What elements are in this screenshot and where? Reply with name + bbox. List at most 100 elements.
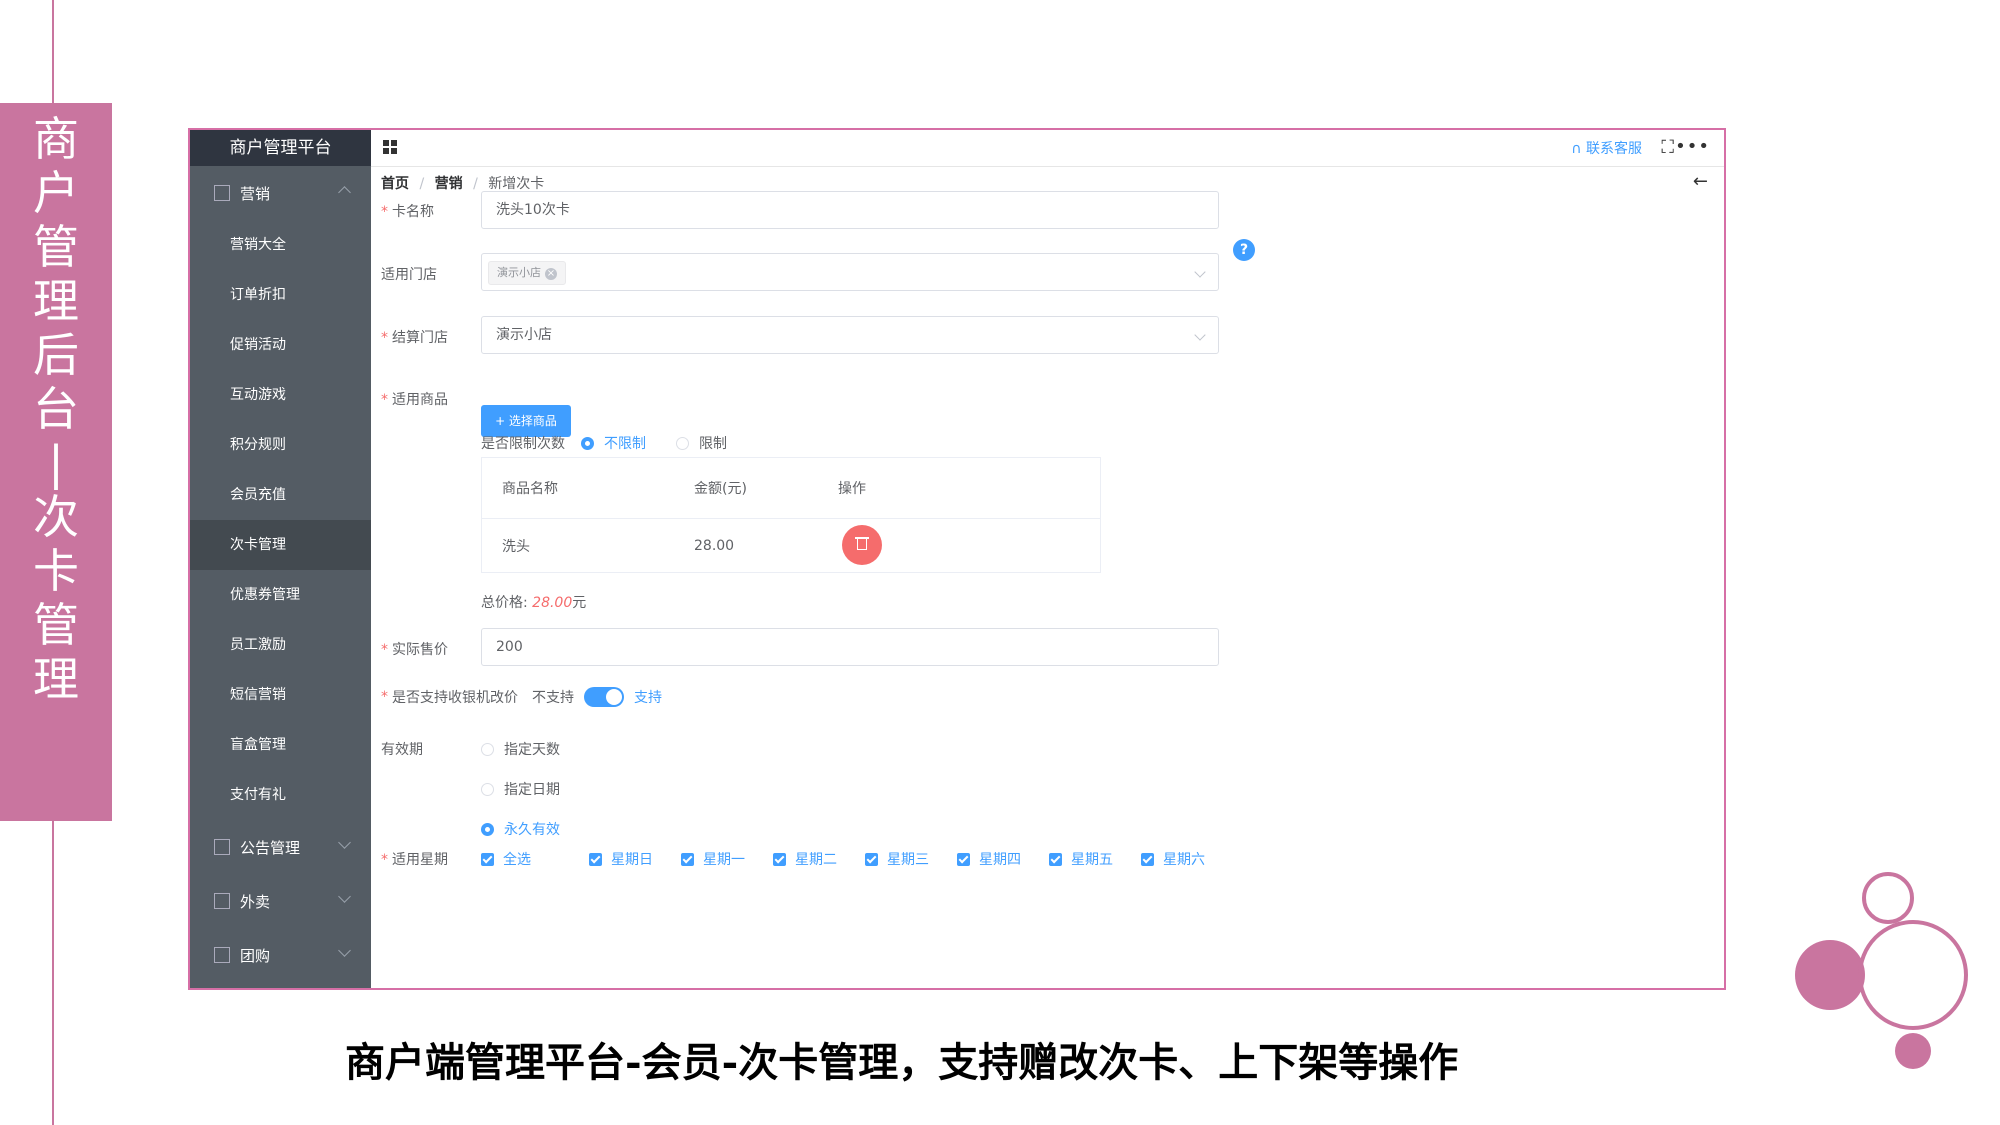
validity-label: 有效期 <box>381 742 423 758</box>
chevron-down-icon <box>338 890 351 903</box>
more-icon[interactable]: ••• <box>1675 136 1710 157</box>
sidebar-item-staff-incentive[interactable]: 员工激励 <box>190 620 371 670</box>
weekdays-label: * 适用星期 <box>381 852 448 868</box>
sidebar-item-blind-box[interactable]: 盲盒管理 <box>190 720 371 770</box>
radio-date[interactable] <box>481 782 494 796</box>
sidebar-group-label: 团购 <box>240 946 271 965</box>
checkbox-saturday[interactable]: 星期六 <box>1141 849 1205 869</box>
checkbox-all[interactable]: 全选 <box>481 849 531 869</box>
delete-button[interactable] <box>842 525 882 565</box>
switch-on-text: 支持 <box>634 690 662 706</box>
settle-store-label-text: 结算门店 <box>392 330 448 346</box>
headset-icon: ∩ <box>1571 141 1586 157</box>
checkbox-tuesday[interactable]: 星期二 <box>773 849 837 869</box>
column-header-amount: 金额(元) <box>694 481 747 497</box>
settle-store-select[interactable]: 演示小店 <box>481 316 1219 354</box>
radio-unlimited-label[interactable]: 不限制 <box>604 433 646 453</box>
breadcrumb-separator: / <box>473 176 478 192</box>
sidebar-item-sms-marketing[interactable]: 短信营销 <box>190 670 371 720</box>
cashier-price-change-switch[interactable] <box>584 687 624 707</box>
checkbox-wednesday[interactable]: 星期三 <box>865 849 929 869</box>
goods-table: 商品名称 金额(元) 操作 洗头 28.00 <box>481 457 1101 573</box>
limit-times-label: 是否限制次数 <box>481 436 565 452</box>
radio-limited-label[interactable]: 限制 <box>699 433 727 453</box>
breadcrumb-section[interactable]: 营销 <box>435 176 463 192</box>
fullscreen-icon[interactable]: ⛶ <box>1661 137 1674 158</box>
decorative-circle <box>1858 920 1968 1030</box>
sidebar-group-takeout[interactable]: 外卖 <box>190 874 371 928</box>
radio-days-label[interactable]: 指定天数 <box>504 739 560 759</box>
sidebar-group-groupbuy[interactable]: 团购 <box>190 928 371 982</box>
weekdays-checkbox-group: 全选 星期日 星期一 星期二 星期三 星期四 星期五 星期六 <box>481 849 1233 869</box>
bike-icon <box>214 893 230 909</box>
row-goods-amount: 28.00 <box>694 538 735 554</box>
table-row: 洗头 28.00 <box>482 519 1100 573</box>
actual-price-input[interactable]: 200 <box>481 628 1219 666</box>
contact-service-link[interactable]: ∩ 联系客服 <box>1571 138 1642 158</box>
close-icon[interactable]: × <box>545 268 557 280</box>
slide-caption: 商户端管理平台-会员-次卡管理，支持赠改次卡、上下架等操作 <box>345 1039 1459 1086</box>
validity-option-forever[interactable]: 永久有效 <box>481 819 560 839</box>
back-arrow-icon[interactable]: ← <box>1693 171 1708 192</box>
sidebar-item-pay-gift[interactable]: 支付有礼 <box>190 770 371 820</box>
card-name-label: * 卡名称 <box>381 204 434 220</box>
sidebar-item-points-rules[interactable]: 积分规则 <box>190 420 371 470</box>
checkbox-monday[interactable]: 星期一 <box>681 849 745 869</box>
sidebar-group-notice[interactable]: 公告管理 <box>190 820 371 874</box>
menu-grid-icon[interactable] <box>383 140 397 154</box>
decorative-circle <box>1795 940 1865 1010</box>
goods-table-header: 商品名称 金额(元) 操作 <box>482 458 1100 519</box>
sidebar-group-label: 营销 <box>240 184 271 203</box>
brand-title: 商户管理平台 <box>190 130 371 166</box>
sidebar-item-promotion[interactable]: 促销活动 <box>190 320 371 370</box>
radio-limited[interactable] <box>676 436 689 450</box>
sidebar-group-marketing[interactable]: 营销 <box>190 166 371 220</box>
side-title-char: 台 <box>33 382 79 436</box>
radio-unlimited[interactable] <box>581 436 594 450</box>
goods-label-text: 适用商品 <box>392 392 448 408</box>
total-price-value: 28.00 <box>532 595 573 611</box>
breadcrumb-current: 新增次卡 <box>488 176 545 192</box>
sidebar-item-times-card[interactable]: 次卡管理 <box>190 520 371 570</box>
radio-date-label[interactable]: 指定日期 <box>504 779 560 799</box>
checkbox-label: 全选 <box>503 852 531 868</box>
stores-multiselect[interactable]: 演示小店 × <box>481 253 1219 291</box>
cashier-price-change-label: 是否支持收银机改价 <box>392 690 518 706</box>
sidebar-item-marketing-all[interactable]: 营销大全 <box>190 220 371 270</box>
radio-forever-label[interactable]: 永久有效 <box>504 819 560 839</box>
side-title-char: 管 <box>33 220 79 274</box>
total-price: 总价格: 28.00元 <box>481 592 586 612</box>
checkbox-label: 星期六 <box>1163 852 1205 868</box>
sidebar-item-games[interactable]: 互动游戏 <box>190 370 371 420</box>
side-title-char: 商 <box>33 112 79 166</box>
checkbox-friday[interactable]: 星期五 <box>1049 849 1113 869</box>
sidebar: 商户管理平台 营销 营销大全 订单折扣 促销活动 互动游戏 积分规则 会员充值 … <box>190 130 371 988</box>
sidebar-item-order-discount[interactable]: 订单折扣 <box>190 270 371 320</box>
help-icon[interactable]: ? <box>1233 239 1255 261</box>
side-title-char: 理 <box>33 652 79 706</box>
side-title-char: 后 <box>33 328 79 382</box>
radio-days[interactable] <box>481 742 494 756</box>
side-title-char: 卡 <box>33 544 79 598</box>
card-name-input[interactable]: 洗头10次卡 <box>481 191 1219 229</box>
sidebar-item-coupons[interactable]: 优惠券管理 <box>190 570 371 620</box>
sidebar-item-member-recharge[interactable]: 会员充值 <box>190 470 371 520</box>
top-header: ∩ 联系客服 ⛶ ••• <box>371 130 1724 167</box>
total-price-unit: 元 <box>572 595 587 611</box>
card-name-label-text: 卡名称 <box>392 204 434 220</box>
checkbox-sunday[interactable]: 星期日 <box>589 849 653 869</box>
checkbox-label: 星期二 <box>795 852 837 868</box>
radio-forever[interactable] <box>481 822 494 836</box>
column-header-name: 商品名称 <box>502 481 558 497</box>
column-header-action: 操作 <box>838 481 866 497</box>
weekdays-label-text: 适用星期 <box>392 852 448 868</box>
validity-option-days[interactable]: 指定天数 <box>481 739 560 759</box>
checkbox-thursday[interactable]: 星期四 <box>957 849 1021 869</box>
total-price-label: 总价格: <box>481 595 528 611</box>
breadcrumb-home[interactable]: 首页 <box>381 176 409 192</box>
app-screenshot-frame: 商户管理平台 营销 营销大全 订单折扣 促销活动 互动游戏 积分规则 会员充值 … <box>188 128 1726 990</box>
bell-icon <box>214 839 230 855</box>
sidebar-group-label: 公告管理 <box>240 838 301 857</box>
side-title: 商 户 管 理 后 台 | 次 卡 管 理 <box>0 112 112 706</box>
validity-option-date[interactable]: 指定日期 <box>481 779 560 799</box>
